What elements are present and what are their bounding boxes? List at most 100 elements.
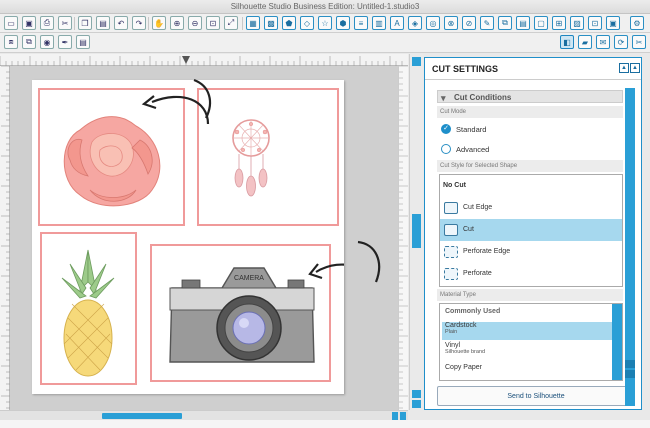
style-cut-edge[interactable]: Cut Edge: [440, 197, 622, 219]
ruler-horizontal: [0, 54, 408, 66]
pan-hand-icon[interactable]: ✋: [152, 16, 166, 30]
group-icon[interactable]: ⧈: [4, 35, 18, 49]
dreamcatcher-icon: [232, 119, 270, 197]
sketch-icon[interactable]: ✎: [480, 16, 494, 30]
cut-mode-section: Cut Mode: [437, 106, 623, 118]
cut-style-list: No Cut Cut Edge Cut Perforate Edge Perfo…: [439, 174, 623, 287]
align-icon[interactable]: ≡: [354, 16, 368, 30]
weld-icon[interactable]: ▨: [570, 16, 584, 30]
radio-advanced[interactable]: [441, 144, 451, 154]
vertical-scroll-thumb[interactable]: [412, 214, 421, 248]
style-cut[interactable]: Cut: [440, 219, 622, 241]
horizontal-scroll-thumb[interactable]: [102, 413, 182, 419]
grid-icon[interactable]: ▩: [264, 16, 278, 30]
trace-icon[interactable]: ⊗: [444, 16, 458, 30]
camera-cell[interactable]: CAMERA: [150, 244, 331, 382]
canvas-horizontal-scrollbar[interactable]: [0, 410, 408, 420]
print-icon[interactable]: ⎙: [40, 16, 54, 30]
paste-icon[interactable]: ▤: [96, 16, 110, 30]
transform-icon[interactable]: ◈: [408, 16, 422, 30]
replicate-icon[interactable]: ▥: [372, 16, 386, 30]
line-style-icon[interactable]: ☆: [318, 16, 332, 30]
line-color-icon[interactable]: ◇: [300, 16, 314, 30]
gradient-icon[interactable]: ⬢: [336, 16, 350, 30]
style-no-cut[interactable]: No Cut: [440, 175, 622, 197]
nesting-icon[interactable]: ⊞: [552, 16, 566, 30]
panel-down-icon[interactable]: ▲: [630, 63, 640, 73]
radio-standard-label[interactable]: Standard: [456, 125, 486, 134]
make-compound-icon[interactable]: ◉: [40, 35, 54, 49]
cut-settings-icon[interactable]: ✂: [632, 35, 646, 49]
radio-standard[interactable]: ✓: [441, 124, 451, 134]
ruler-right: [398, 66, 408, 410]
perforate-edge-icon: [444, 246, 458, 258]
zoom-in-icon[interactable]: ⊕: [170, 16, 184, 30]
print-cut-icon[interactable]: ⧉: [498, 16, 512, 30]
material-list: Commonly Used Cardstock Plain Vinyl Silh…: [439, 303, 623, 381]
settings-gear-icon[interactable]: ⚙: [630, 16, 644, 30]
scroll-up-arrow-icon[interactable]: [412, 390, 421, 398]
panel-scrollbar[interactable]: [625, 88, 635, 406]
panel-scroll-down-icon[interactable]: [625, 370, 635, 378]
scroll-left-arrow-icon[interactable]: [392, 412, 398, 420]
style-perforate[interactable]: Perforate: [440, 263, 622, 285]
library-icon[interactable]: ▤: [516, 16, 530, 30]
panel-scroll-up-icon[interactable]: [625, 360, 635, 368]
offset-icon[interactable]: ◎: [426, 16, 440, 30]
undo-icon[interactable]: ↶: [114, 16, 128, 30]
design-page[interactable]: CAMERA: [32, 80, 344, 394]
material-group-label: Commonly Used: [445, 308, 501, 315]
fit-page-icon[interactable]: ⤢: [224, 16, 238, 30]
refresh-icon[interactable]: ⟳: [614, 35, 628, 49]
style-perforate-edge[interactable]: Perforate Edge: [440, 241, 622, 263]
ungroup-icon[interactable]: ⧉: [22, 35, 36, 49]
scroll-down-arrow-icon[interactable]: [412, 400, 421, 408]
layer-order-icon[interactable]: ▤: [76, 35, 90, 49]
redo-icon[interactable]: ↷: [132, 16, 146, 30]
rose-cell[interactable]: [38, 88, 185, 226]
design-view-icon[interactable]: ◧: [560, 35, 574, 49]
collapse-arrow-icon[interactable]: ▾: [441, 92, 446, 105]
camera-label: CAMERA: [234, 275, 264, 282]
zoom-out-icon[interactable]: ⊖: [188, 16, 202, 30]
zoom-select-icon[interactable]: ⊡: [206, 16, 220, 30]
new-document-icon[interactable]: ▭: [4, 16, 18, 30]
store-icon[interactable]: ▢: [534, 16, 548, 30]
page-setup-icon[interactable]: ▦: [246, 16, 260, 30]
design-canvas[interactable]: CAMERA: [10, 66, 398, 410]
camera-icon: CAMERA: [169, 267, 315, 363]
save-icon[interactable]: ▣: [22, 16, 36, 30]
eyedropper-icon[interactable]: ✒: [58, 35, 72, 49]
cut-edge-icon: [444, 202, 458, 214]
cut-scissors-icon[interactable]: ✂: [58, 16, 72, 30]
cut-style-section: Cut Style for Selected Shape: [437, 160, 623, 172]
cut-conditions-header[interactable]: ▾ Cut Conditions: [437, 90, 623, 103]
shapes-panel-icon[interactable]: ▣: [606, 16, 620, 30]
ruler-vertical: [0, 66, 10, 410]
canvas-vertical-scrollbar[interactable]: [409, 54, 423, 410]
scroll-right-arrow-icon[interactable]: [400, 412, 406, 420]
material-scrollbar[interactable]: [612, 304, 622, 380]
material-copy-paper[interactable]: Copy Paper: [442, 364, 612, 378]
pineapple-cell[interactable]: [40, 232, 137, 385]
modify-icon[interactable]: ⊘: [462, 16, 476, 30]
copy-icon[interactable]: ❐: [78, 16, 92, 30]
fill-icon[interactable]: ⬟: [282, 16, 296, 30]
panel-title: CUT SETTINGS: [425, 58, 641, 80]
send-panel-icon[interactable]: ✉: [596, 35, 610, 49]
send-to-silhouette-button[interactable]: Send to Silhouette: [437, 386, 635, 406]
pixscan-icon[interactable]: ⊡: [588, 16, 602, 30]
panel-up-icon[interactable]: ▲: [619, 63, 629, 73]
panel-collapse-icon[interactable]: [412, 57, 421, 66]
toolbar-second: ⧈ ⧉ ◉ ✒ ▤ ◧ ▰ ✉ ⟳ ✂: [0, 33, 650, 53]
radio-advanced-label[interactable]: Advanced: [456, 145, 489, 154]
dreamcatcher-cell[interactable]: [197, 88, 339, 226]
cut-settings-panel: CUT SETTINGS ▲ ▲ ▾ Cut Conditions Cut Mo…: [424, 57, 642, 410]
toolbar-top: ▭ ▣ ⎙ ✂ ❐ ▤ ↶ ↷ ✋ ⊕ ⊖ ⊡ ⤢ ▦ ▩ ⬟ ◇ ☆ ⬢ ≡ …: [0, 14, 650, 33]
eraser-icon[interactable]: ▰: [578, 35, 592, 49]
cut-conditions-label: Cut Conditions: [454, 93, 512, 102]
material-vinyl[interactable]: Vinyl Silhouette brand: [442, 342, 612, 360]
text-style-icon[interactable]: A: [390, 16, 404, 30]
material-cardstock[interactable]: Cardstock Plain: [442, 322, 612, 340]
rose-icon: [63, 116, 161, 207]
